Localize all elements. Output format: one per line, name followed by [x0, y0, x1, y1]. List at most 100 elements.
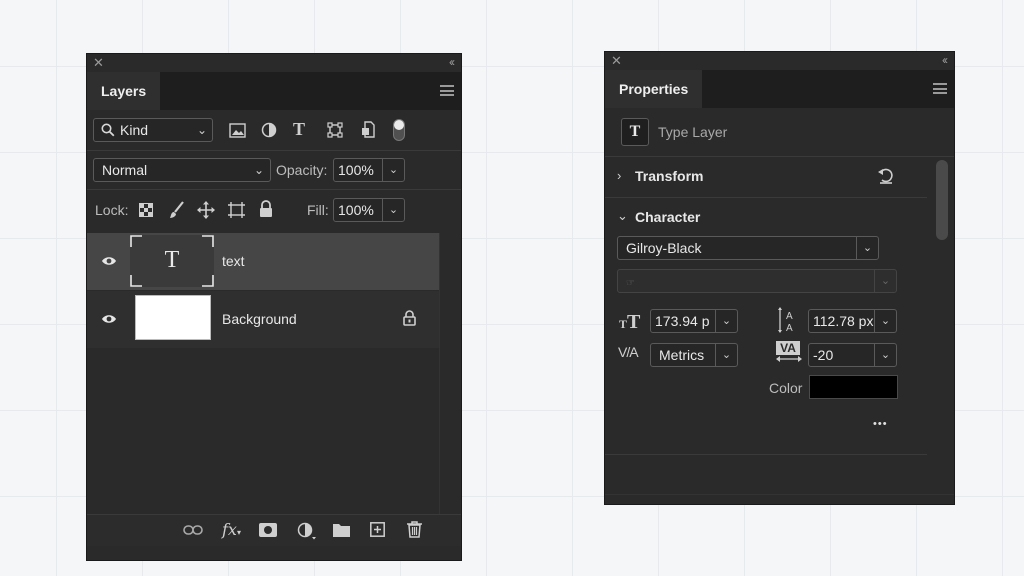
reset-transform-icon[interactable] — [877, 168, 895, 184]
layers-footer: fx▾ — [87, 514, 461, 546]
collapse-panel-icon[interactable]: ‹‹ — [449, 55, 455, 69]
filter-toggle-switch[interactable] — [393, 119, 405, 141]
layer-thumbnail-type: T — [130, 235, 214, 287]
chevron-right-icon: › — [617, 168, 622, 183]
layer-list-scrollbar[interactable] — [439, 233, 461, 529]
lock-row: Lock: Fill: 100% ⌄ — [87, 190, 461, 230]
font-family-dropdown[interactable]: Gilroy-Black ⌄ — [617, 236, 879, 260]
chevron-down-icon[interactable]: ⌄ — [874, 270, 896, 292]
panel-resize-grip[interactable] — [605, 494, 954, 504]
transform-title: Transform — [635, 168, 704, 184]
opacity-label: Opacity: — [276, 162, 328, 178]
properties-panel: ✕ ‹‹ Properties T Type Layer › Transform… — [604, 51, 955, 505]
adjustment-icon[interactable] — [297, 522, 317, 540]
tracking-value: -20 — [813, 347, 834, 363]
layers-tabbar: Layers — [87, 72, 461, 110]
chevron-down-icon[interactable]: ⌄ — [715, 344, 737, 366]
type-filter-icon[interactable]: T — [293, 119, 305, 140]
mask-icon[interactable] — [259, 523, 277, 537]
opacity-value: 100% — [338, 162, 374, 178]
layer-row-text[interactable]: T text — [87, 233, 439, 290]
collapse-panel-icon[interactable]: ‹‹ — [942, 53, 948, 67]
lock-all-icon[interactable] — [259, 200, 273, 218]
kerning-value: Metrics — [659, 347, 705, 363]
adjustment-filter-icon[interactable] — [261, 122, 277, 138]
layer-name[interactable]: text — [222, 253, 245, 269]
link-icon[interactable] — [183, 524, 203, 536]
chevron-down-icon[interactable]: ⌄ — [382, 199, 404, 221]
filter-row: Kind ⌄ T — [87, 110, 461, 150]
leading-value: 112.78 px — [813, 313, 874, 329]
character-section: ⌄ Character Gilroy-Black ⌄ ☞ ⌄ TT 173.94… — [605, 198, 954, 488]
layer-type-header: T Type Layer — [605, 108, 954, 156]
folder-icon[interactable] — [333, 523, 350, 537]
tracking-icon-label: VA — [776, 341, 800, 355]
chevron-down-icon[interactable]: ⌄ — [715, 310, 737, 332]
new-layer-icon[interactable] — [370, 522, 385, 537]
fill-field[interactable]: 100% ⌄ — [333, 198, 405, 222]
font-size-field[interactable]: 173.94 p ⌄ — [650, 309, 738, 333]
blend-row: Normal ⌄ Opacity: 100% ⌄ — [87, 151, 461, 189]
close-panel-icon[interactable]: ✕ — [93, 56, 104, 70]
chevron-down-icon: ⌄ — [617, 208, 628, 223]
blend-mode-dropdown[interactable]: Normal ⌄ — [93, 158, 271, 182]
panel-menu-icon[interactable] — [933, 83, 947, 94]
font-size-value: 173.94 p — [655, 313, 710, 329]
eye-visibility-icon[interactable] — [101, 313, 117, 325]
close-panel-icon[interactable]: ✕ — [611, 54, 622, 68]
filter-kind-label: Kind — [120, 122, 149, 138]
more-options-icon[interactable]: ••• — [873, 418, 888, 430]
smart-object-filter-icon[interactable] — [361, 121, 375, 138]
pixel-filter-icon[interactable] — [229, 123, 246, 138]
chevron-down-icon[interactable]: ⌄ — [874, 344, 896, 366]
filter-kind-dropdown[interactable]: Kind ⌄ — [93, 118, 213, 142]
lock-pixels-brush-icon[interactable] — [169, 201, 185, 219]
tracking-icon: VA — [776, 341, 802, 365]
tracking-dropdown[interactable]: -20 ⌄ — [808, 343, 897, 367]
svg-text:A: A — [786, 311, 793, 322]
layer-thumbnail-background — [135, 295, 211, 340]
font-style-dropdown[interactable]: ☞ ⌄ — [617, 269, 897, 293]
chevron-down-icon: ⌄ — [196, 123, 207, 137]
layer-row-background[interactable]: Background — [87, 291, 439, 348]
fx-icon[interactable]: fx▾ — [222, 520, 241, 539]
tab-properties[interactable]: Properties — [605, 70, 703, 108]
fill-value: 100% — [338, 202, 374, 218]
type-thumb-glyph: T — [164, 247, 180, 273]
properties-tabbar: Properties — [605, 70, 954, 108]
font-size-icon: TT — [619, 311, 641, 333]
fill-label: Fill: — [307, 202, 329, 218]
fx-label: fx — [222, 520, 237, 539]
trash-icon[interactable] — [407, 521, 422, 538]
chevron-down-icon[interactable]: ⌄ — [856, 237, 878, 259]
chevron-down-icon[interactable]: ⌄ — [874, 310, 896, 332]
blend-mode-value: Normal — [102, 162, 148, 178]
layer-name[interactable]: Background — [222, 311, 297, 327]
transform-section-header[interactable]: › Transform — [605, 157, 954, 197]
lock-transparency-icon[interactable] — [139, 203, 153, 217]
lock-artboard-icon[interactable] — [227, 201, 246, 219]
chevron-down-icon: ⌄ — [253, 163, 264, 177]
font-style-placeholder-icon: ☞ — [626, 278, 635, 289]
chevron-down-icon[interactable]: ⌄ — [382, 159, 404, 181]
panel-resize-grip[interactable] — [87, 546, 461, 560]
leading-field[interactable]: 112.78 px ⌄ — [808, 309, 897, 333]
shape-filter-icon[interactable] — [327, 122, 343, 138]
opacity-field[interactable]: 100% ⌄ — [333, 158, 405, 182]
search-icon — [101, 123, 115, 137]
layers-panel: ✕ ‹‹ Layers Kind ⌄ T Normal ⌄ Opacity: 1… — [86, 53, 462, 561]
scrollbar-thumb[interactable] — [936, 160, 948, 240]
kerning-dropdown[interactable]: Metrics ⌄ — [650, 343, 738, 367]
tab-layers[interactable]: Layers — [87, 72, 161, 110]
type-layer-icon: T — [621, 118, 649, 146]
character-title[interactable]: Character — [635, 209, 700, 225]
kerning-icon: V/A — [618, 344, 639, 360]
text-color-swatch[interactable] — [809, 375, 898, 399]
eye-visibility-icon[interactable] — [101, 255, 117, 267]
divider — [605, 454, 927, 455]
panel-topbar: ✕ ‹‹ — [605, 52, 954, 70]
properties-scrollbar[interactable] — [933, 158, 951, 460]
color-label: Color — [769, 380, 803, 396]
lock-position-move-icon[interactable] — [197, 201, 215, 219]
panel-menu-icon[interactable] — [440, 85, 454, 96]
